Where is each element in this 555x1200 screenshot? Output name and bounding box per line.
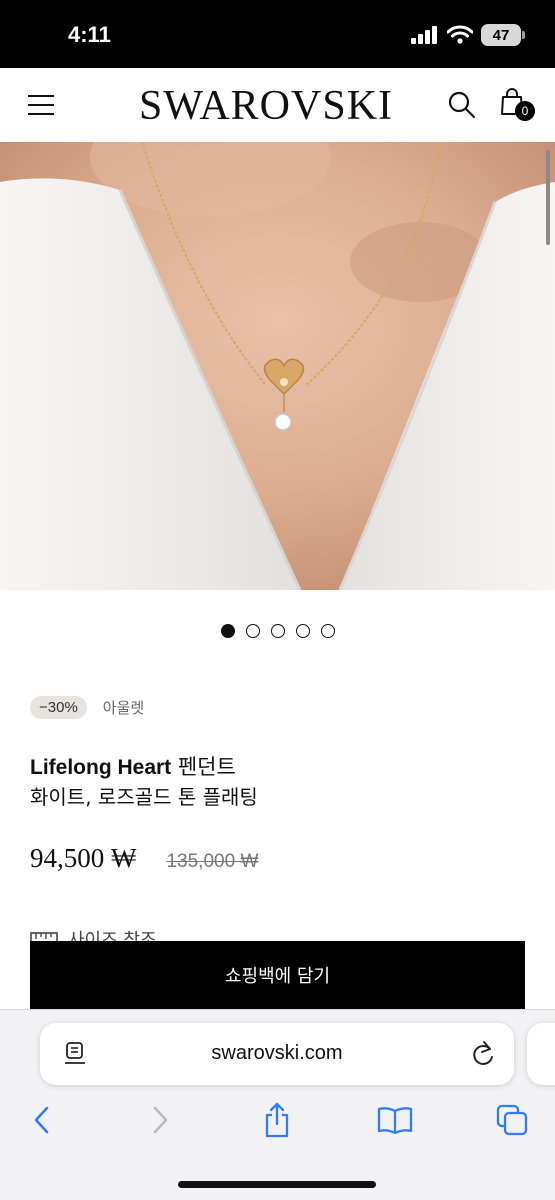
category-label: 아울렛 [102, 699, 145, 717]
battery-indicator: 47 [481, 24, 525, 46]
share-icon [265, 1102, 289, 1138]
price-row: 94,500 ₩ 135,000 ₩ [30, 843, 258, 874]
product-title: Lifelong Heart 펜던트 [30, 752, 236, 783]
status-bar: 4:11 47 [0, 0, 555, 68]
shopping-bag-button[interactable]: 0 [500, 88, 536, 122]
tabs-icon [496, 1104, 528, 1136]
sale-price: 94,500 ₩ [30, 843, 137, 873]
product-name-rest: 펜던트 [171, 755, 236, 779]
product-name-bold: Lifelong Heart [30, 756, 172, 779]
original-price: 135,000 ₩ [166, 851, 259, 872]
home-indicator[interactable] [178, 1181, 376, 1188]
carousel-dots [0, 624, 555, 638]
carousel-dot-2[interactable] [245, 624, 260, 638]
carousel-dot-4[interactable] [295, 624, 310, 638]
back-button[interactable] [22, 1100, 62, 1140]
signal-icon [411, 26, 437, 44]
search-icon[interactable] [447, 90, 477, 120]
product-variant: 화이트, 로즈골드 톤 플래팅 [30, 785, 258, 809]
wifi-icon [447, 25, 473, 44]
menu-icon [28, 95, 54, 97]
next-tab-preview[interactable] [527, 1023, 555, 1085]
share-button[interactable] [257, 1100, 297, 1140]
site-header: SWAROVSKI 0 [0, 68, 555, 142]
scroll-indicator[interactable] [546, 150, 550, 245]
status-time: 4:11 [68, 22, 111, 47]
chevron-left-icon [34, 1106, 49, 1134]
carousel-dot-1[interactable] [220, 624, 235, 638]
bag-count-badge: 0 [515, 101, 535, 121]
discount-badge: −30% [30, 696, 87, 719]
browser-toolbar: swarovski.com [0, 1009, 555, 1200]
brand-logo[interactable]: SWAROVSKI [120, 82, 412, 130]
product-page: 4:11 47 SWAROVSKI 0 −30% 아울렛 Lifelong He… [0, 0, 555, 1200]
status-icons: 47 [411, 24, 525, 46]
url-text: swarovski.com [211, 1042, 343, 1064]
badge-row: −30% 아울렛 [30, 696, 144, 719]
reload-icon[interactable] [470, 1040, 496, 1068]
book-icon [377, 1107, 413, 1134]
tabs-button[interactable] [492, 1100, 532, 1140]
forward-button[interactable] [140, 1100, 180, 1140]
address-bar[interactable]: swarovski.com [40, 1023, 514, 1085]
browser-nav [0, 1100, 555, 1144]
product-image[interactable] [0, 142, 555, 590]
carousel-dot-3[interactable] [270, 624, 285, 638]
menu-button[interactable] [28, 95, 54, 115]
bookmarks-button[interactable] [375, 1100, 415, 1140]
chevron-right-icon [153, 1106, 168, 1134]
add-to-bag-button[interactable]: 쇼핑백에 담기 [30, 941, 525, 1009]
carousel-dot-5[interactable] [320, 624, 335, 638]
necklace-photo [0, 142, 555, 590]
